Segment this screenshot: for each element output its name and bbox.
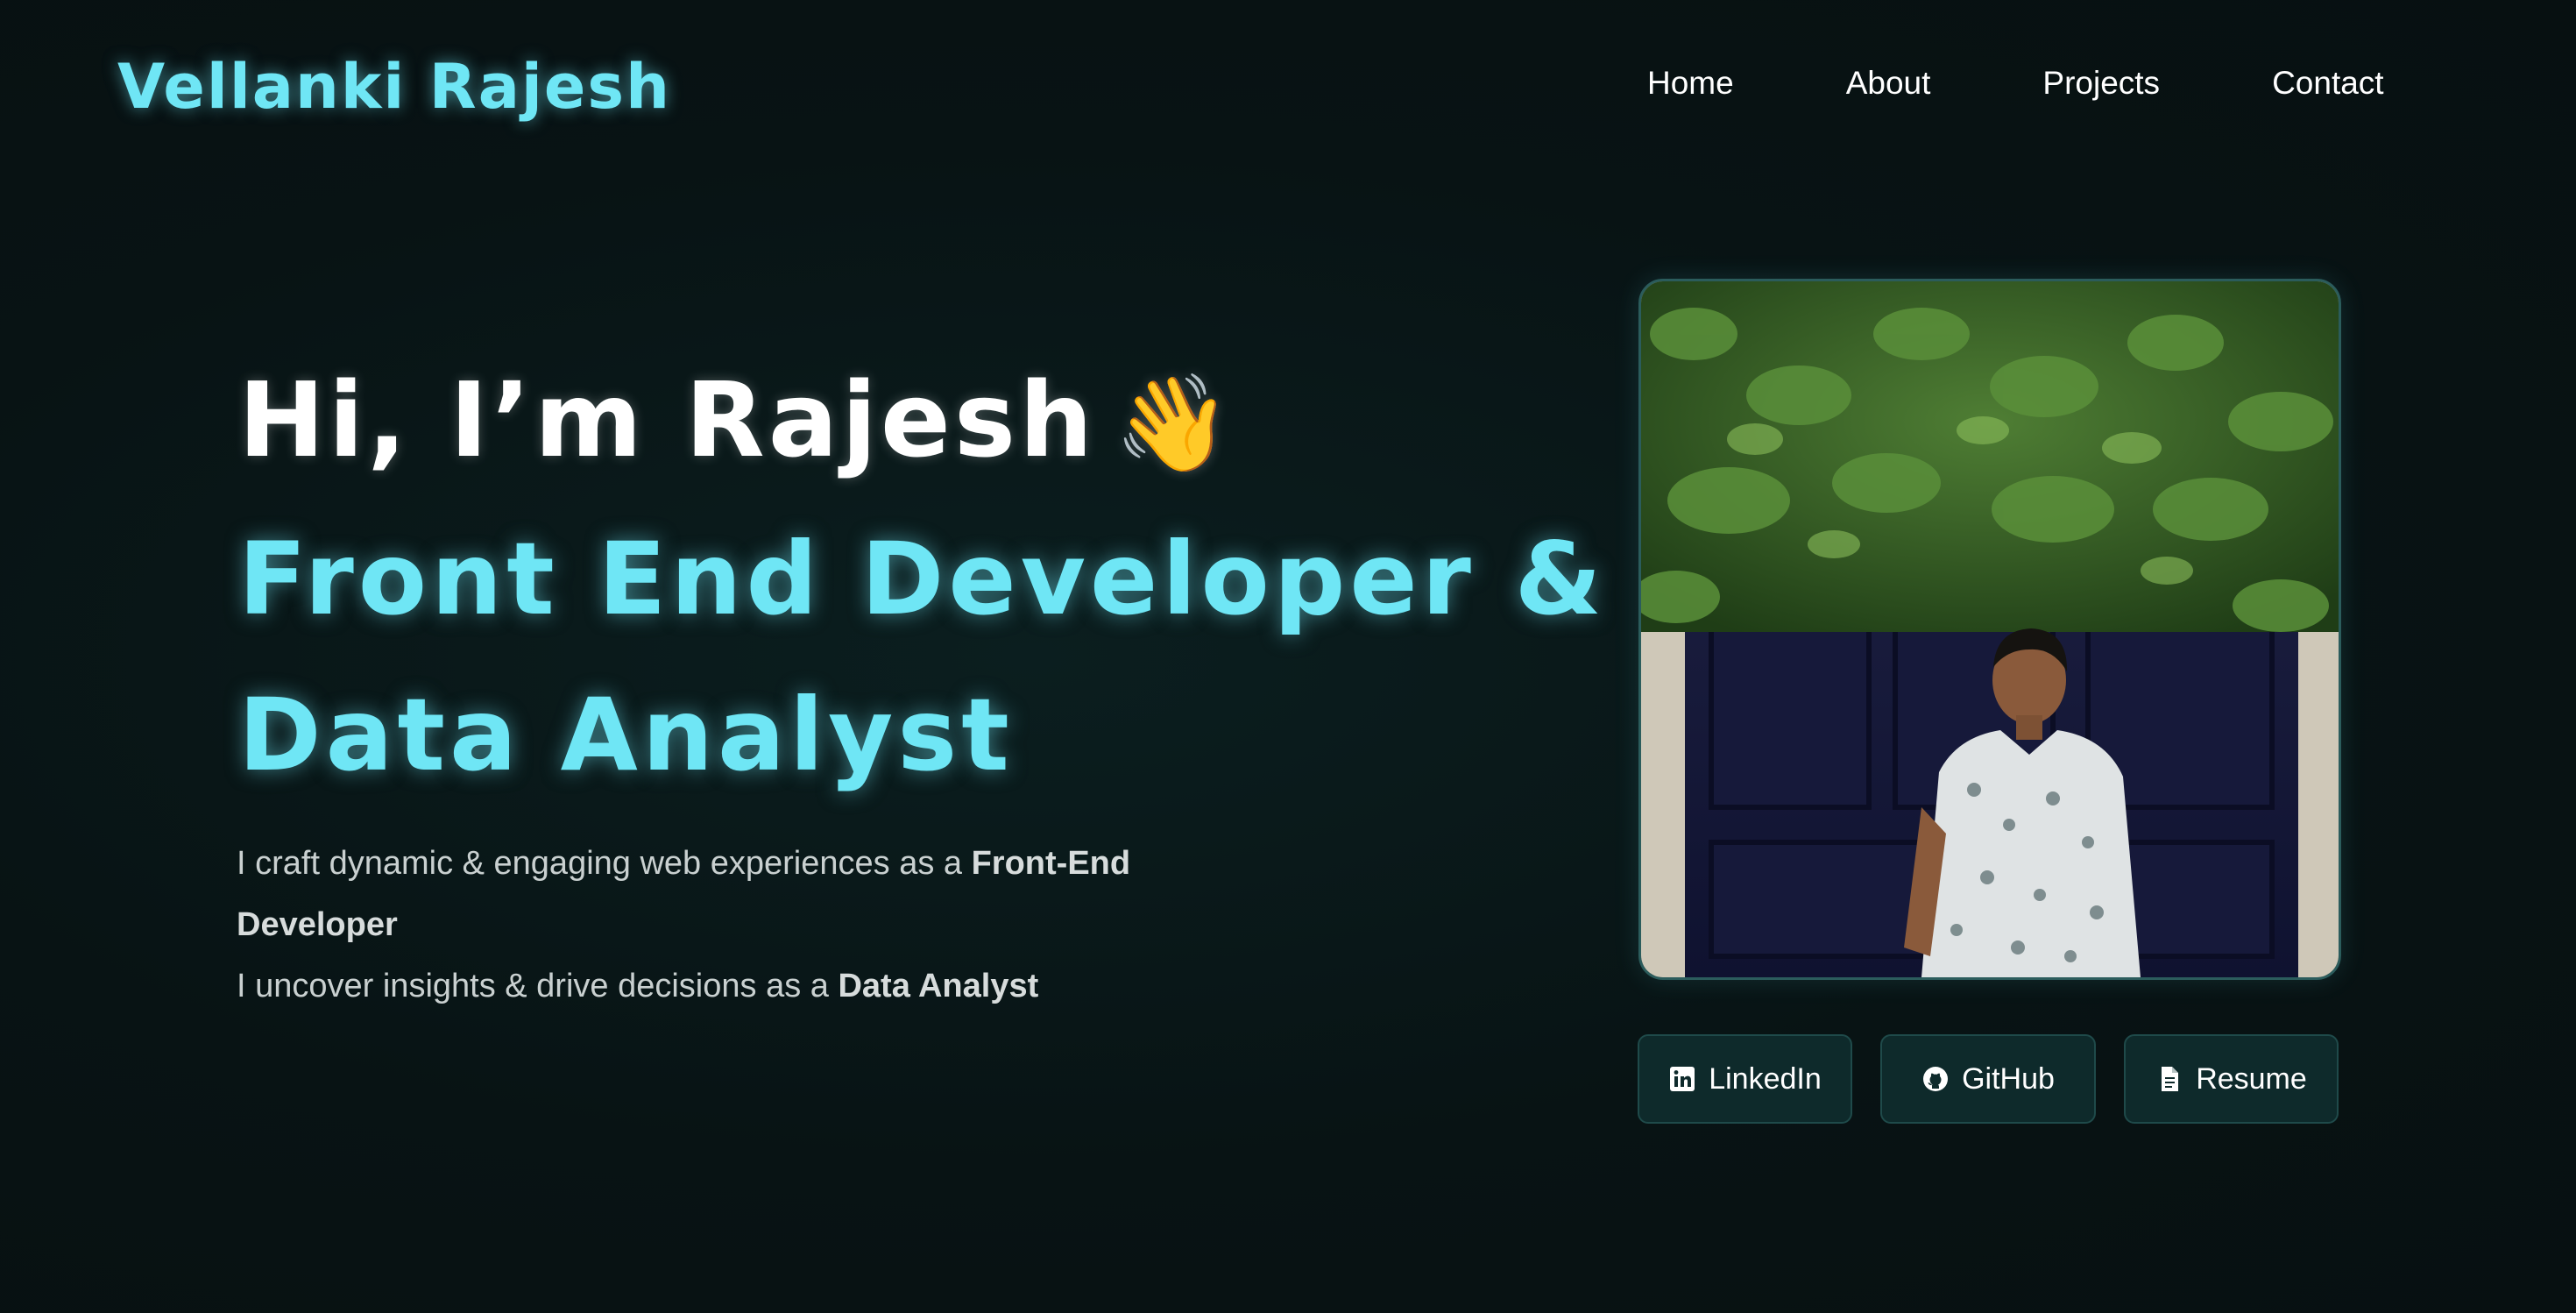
nav-home[interactable]: Home: [1647, 65, 1734, 102]
main-nav: Home About Projects Contact: [1647, 65, 2384, 102]
profile-photo-image: [1641, 281, 2339, 977]
nav-about[interactable]: About: [1846, 65, 1931, 102]
hero-greeting: Hi, I’m Rajesh 👋: [238, 359, 1235, 480]
nav-projects[interactable]: Projects: [2042, 65, 2160, 102]
hero-description: I craft dynamic & engaging web experienc…: [237, 833, 1244, 1017]
linkedin-label: LinkedIn: [1709, 1061, 1822, 1096]
site-logo[interactable]: Vellanki Rajesh: [117, 51, 671, 123]
description-line-1: I craft dynamic & engaging web experienc…: [237, 845, 1131, 943]
document-icon: [2155, 1065, 2183, 1093]
github-icon: [1921, 1065, 1950, 1093]
linkedin-icon: [1668, 1065, 1696, 1093]
resume-label: Resume: [2196, 1061, 2307, 1096]
hero-role-line2: Data Analyst: [238, 677, 1014, 793]
nav-contact[interactable]: Contact: [2272, 65, 2384, 102]
github-button[interactable]: GitHub: [1880, 1034, 2096, 1124]
waving-hand-icon: 👋: [1114, 369, 1235, 479]
github-label: GitHub: [1962, 1061, 2055, 1096]
hero-role-line1: Front End Developer &: [238, 521, 1607, 637]
profile-photo: [1638, 279, 2341, 980]
greeting-text: Hi, I’m Rajesh: [238, 359, 1097, 480]
linkedin-button[interactable]: LinkedIn: [1638, 1034, 1852, 1124]
description-line-2: I uncover insights & drive decisions as …: [237, 968, 1039, 1004]
social-buttons: LinkedIn GitHub Resume: [1638, 1034, 2339, 1124]
resume-button[interactable]: Resume: [2124, 1034, 2339, 1124]
